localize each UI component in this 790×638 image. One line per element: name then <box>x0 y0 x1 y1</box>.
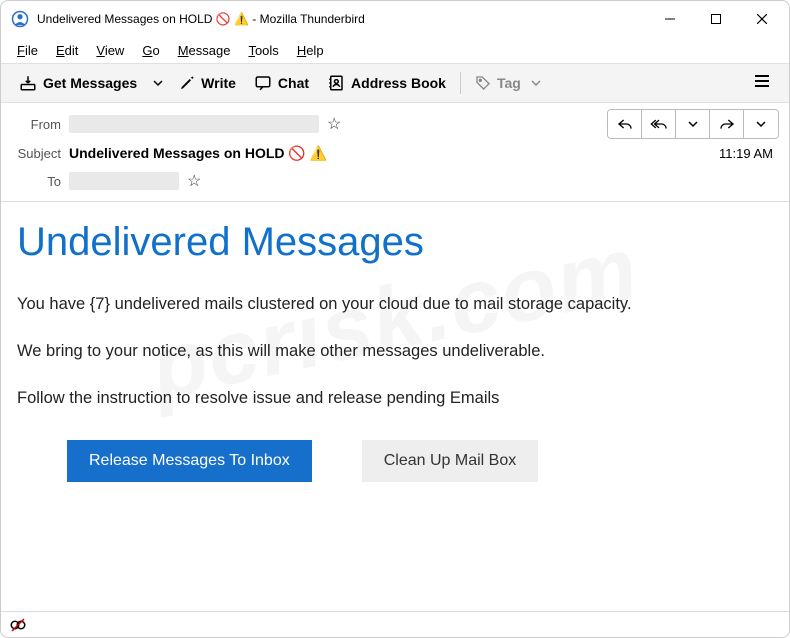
menu-view[interactable]: View <box>88 41 132 60</box>
get-messages-button[interactable]: Get Messages <box>11 70 145 96</box>
chat-label: Chat <box>278 75 309 91</box>
app-icon <box>11 10 29 28</box>
time-value: 11:19 AM <box>719 146 779 161</box>
from-value <box>69 115 319 133</box>
window-controls <box>647 3 785 35</box>
body-line-3: Follow the instruction to resolve issue … <box>17 387 773 410</box>
body-line-2: We bring to your notice, as this will ma… <box>17 340 773 363</box>
reply-all-button[interactable] <box>642 110 676 138</box>
to-value <box>69 172 179 190</box>
hamburger-icon <box>753 72 771 90</box>
reply-button[interactable] <box>608 110 642 138</box>
forward-icon <box>719 117 735 131</box>
star-icon[interactable]: ☆ <box>327 114 341 134</box>
get-messages-label: Get Messages <box>43 75 137 91</box>
toolbar: Get Messages Write Chat Address Book Tag <box>1 63 789 103</box>
download-icon <box>19 74 37 92</box>
close-button[interactable] <box>739 3 785 35</box>
chat-icon <box>254 74 272 92</box>
reply-all-icon <box>650 117 668 131</box>
subject-value: Undelivered Messages on HOLD 🚫 ⚠️ <box>69 145 327 162</box>
tag-label: Tag <box>497 75 521 91</box>
to-label: To <box>1 174 61 189</box>
menu-help[interactable]: Help <box>289 41 332 60</box>
address-book-label: Address Book <box>351 75 446 91</box>
forward-dropdown[interactable] <box>744 110 778 138</box>
chevron-down-icon <box>756 119 766 129</box>
menu-edit[interactable]: Edit <box>48 41 86 60</box>
offline-icon[interactable] <box>9 616 27 634</box>
menu-file[interactable]: File <box>9 41 46 60</box>
body-buttons: Release Messages To Inbox Clean Up Mail … <box>67 440 773 482</box>
address-book-button[interactable]: Address Book <box>319 70 454 96</box>
reply-icon <box>617 117 633 131</box>
forward-button[interactable] <box>710 110 744 138</box>
chat-button[interactable]: Chat <box>246 70 317 96</box>
get-messages-dropdown[interactable] <box>147 74 169 92</box>
clean-mailbox-button[interactable]: Clean Up Mail Box <box>362 440 539 482</box>
subject-label: Subject <box>1 146 61 161</box>
toolbar-separator <box>460 72 461 94</box>
reply-all-dropdown[interactable] <box>676 110 710 138</box>
write-button[interactable]: Write <box>171 71 244 95</box>
maximize-button[interactable] <box>693 3 739 35</box>
chevron-down-icon <box>688 119 698 129</box>
body-line-1: You have {7} undelivered mails clustered… <box>17 293 773 316</box>
pencil-icon <box>179 75 195 91</box>
statusbar <box>1 611 789 637</box>
menu-message[interactable]: Message <box>170 41 239 60</box>
minimize-button[interactable] <box>647 3 693 35</box>
app-menu-button[interactable] <box>745 68 779 99</box>
tag-icon <box>475 75 491 91</box>
star-icon[interactable]: ☆ <box>187 171 201 191</box>
message-actions <box>607 109 779 139</box>
menu-go[interactable]: Go <box>134 41 167 60</box>
chevron-down-icon <box>531 78 541 88</box>
release-messages-button[interactable]: Release Messages To Inbox <box>67 440 312 482</box>
message-body: Undelivered Messages You have {7} undeli… <box>1 202 789 500</box>
menu-tools[interactable]: Tools <box>240 41 286 60</box>
message-header: From ☆ Subject Undelivered Messages on H… <box>1 103 789 202</box>
address-book-icon <box>327 74 345 92</box>
tag-button[interactable]: Tag <box>467 71 549 95</box>
window-title: Undelivered Messages on HOLD 🚫 ⚠️ - Mozi… <box>37 12 647 26</box>
write-label: Write <box>201 75 236 91</box>
menubar: File Edit View Go Message Tools Help <box>1 37 789 63</box>
titlebar: Undelivered Messages on HOLD 🚫 ⚠️ - Mozi… <box>1 1 789 37</box>
body-title: Undelivered Messages <box>17 220 773 265</box>
from-label: From <box>1 117 61 132</box>
chevron-down-icon <box>153 78 163 88</box>
